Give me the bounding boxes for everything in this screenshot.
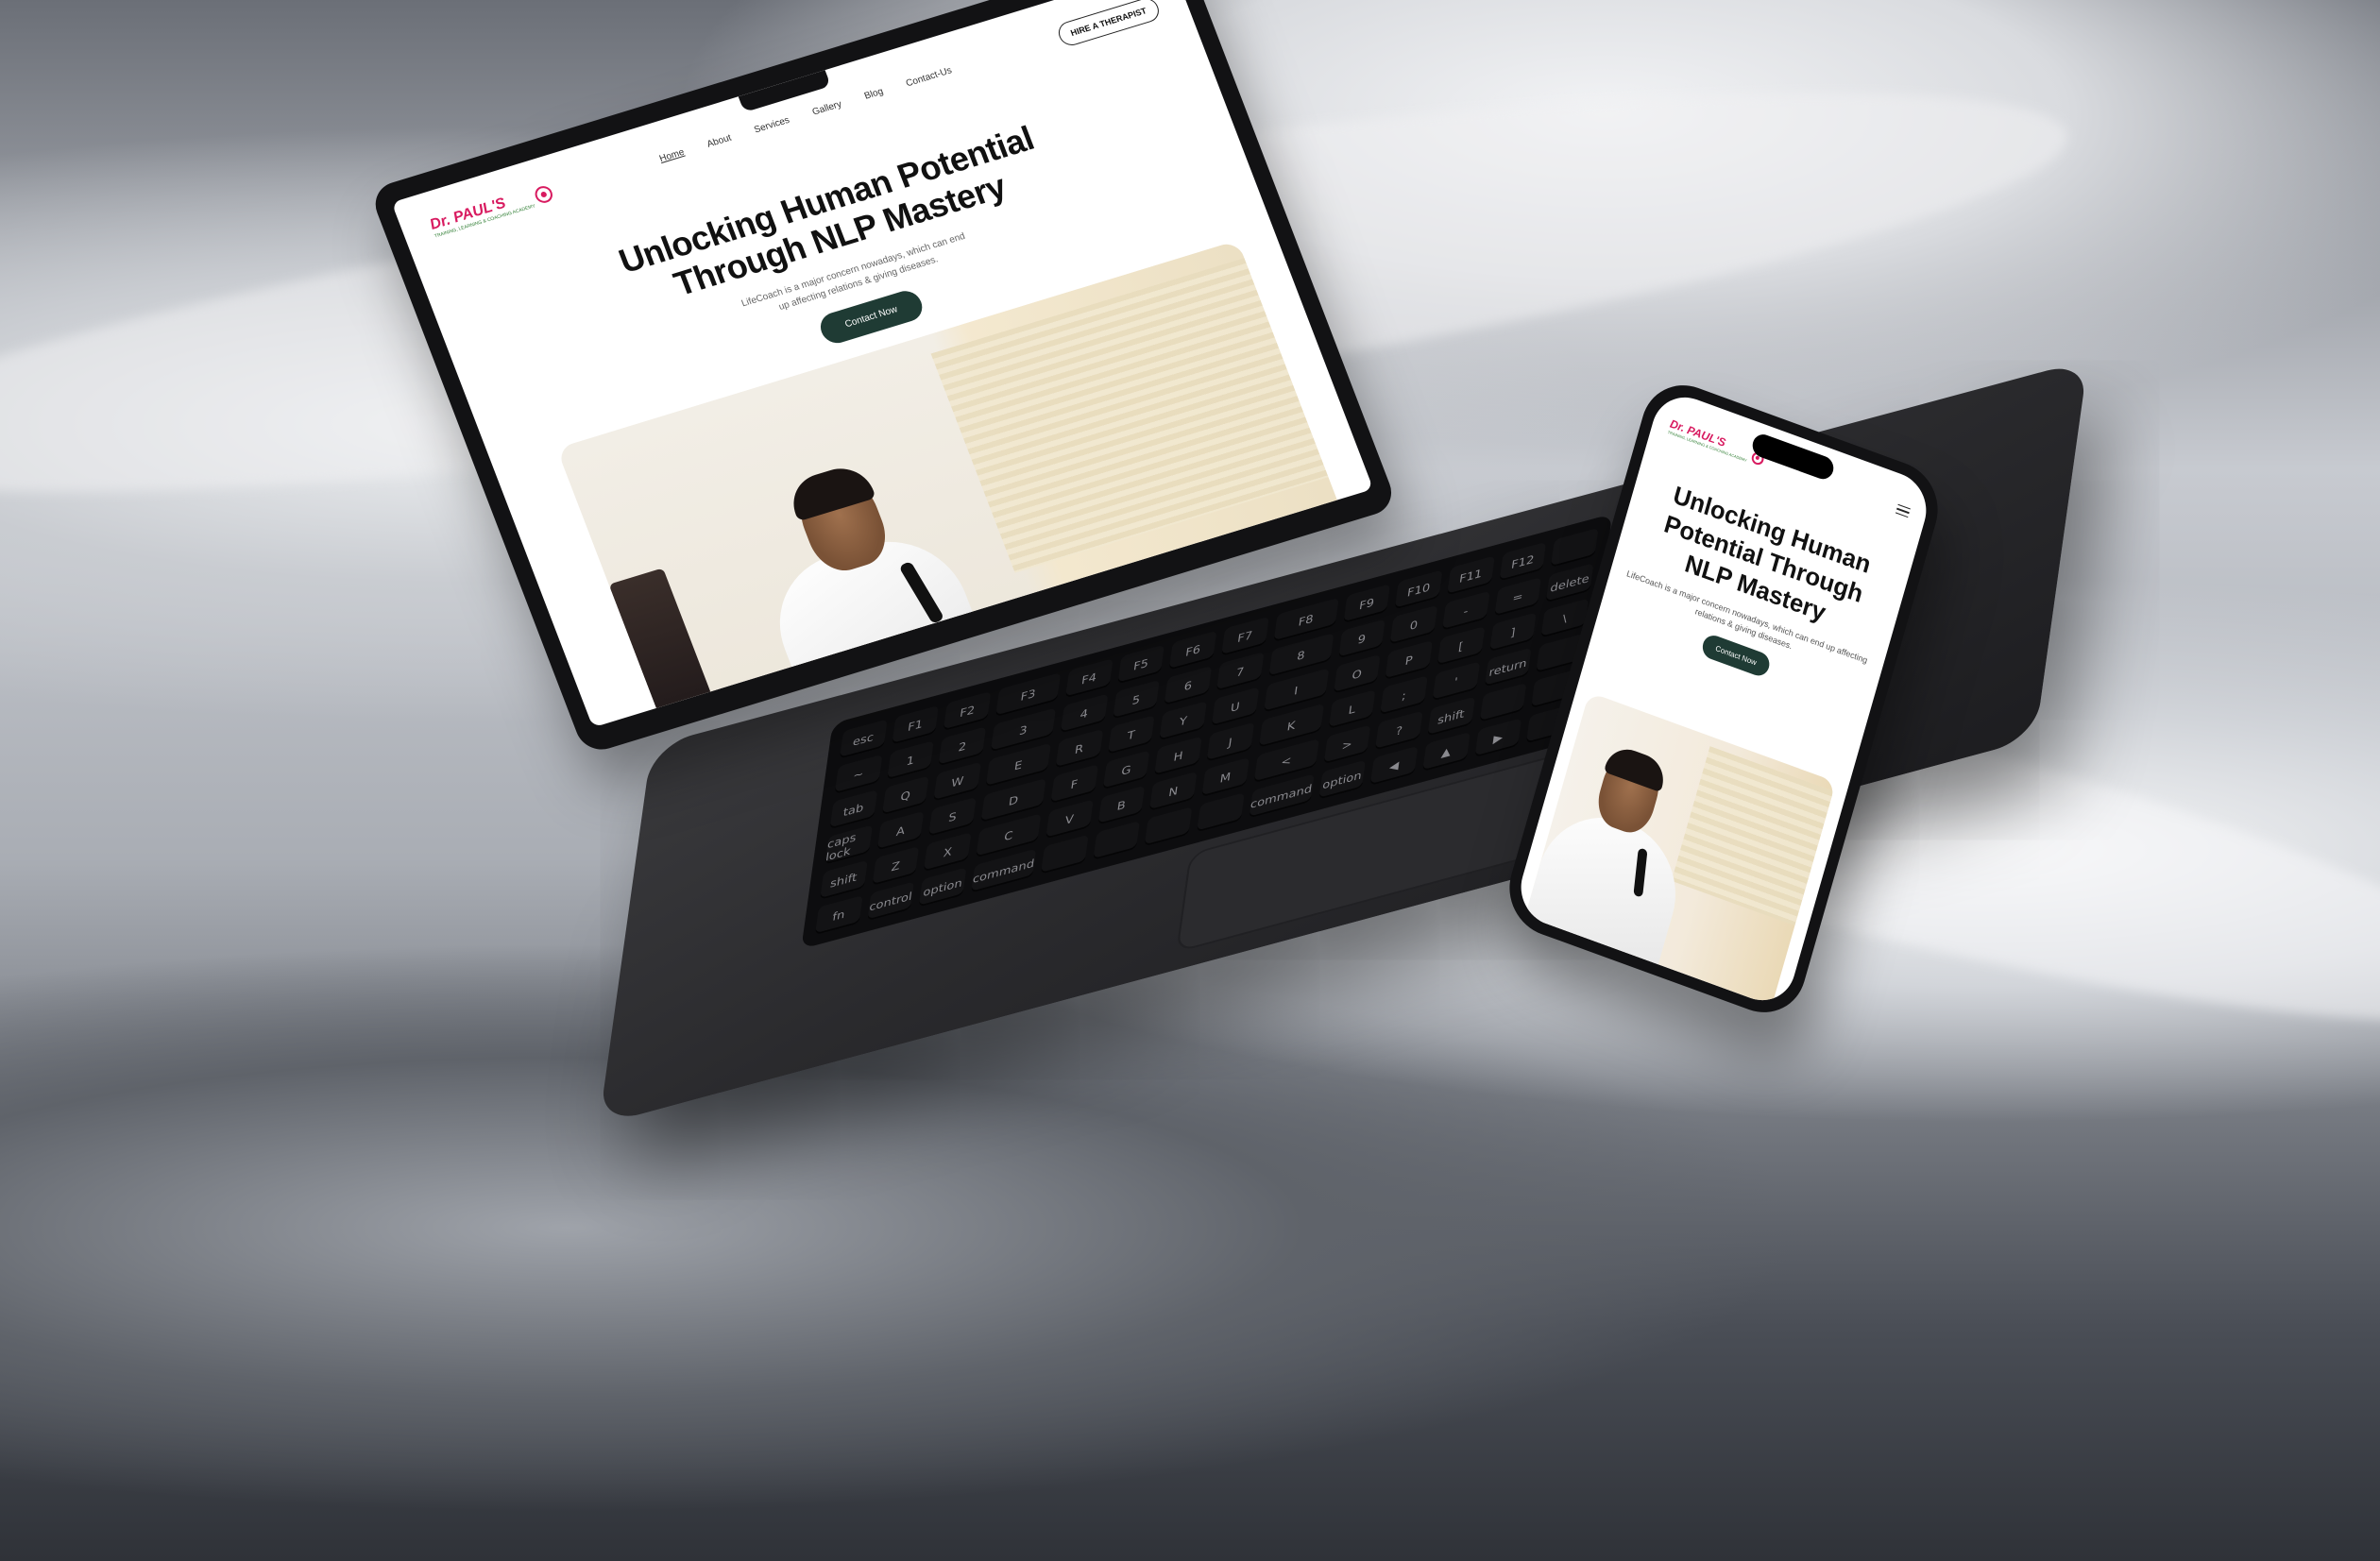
keyboard-key[interactable]: - — [1441, 590, 1490, 631]
keyboard-key[interactable]: W — [933, 761, 982, 802]
keyboard-key[interactable]: fn — [814, 895, 863, 936]
keyboard-key[interactable]: 7 — [1216, 652, 1265, 692]
keyboard-key[interactable]: ~ — [834, 754, 883, 794]
keyboard-key[interactable]: G — [1102, 750, 1150, 790]
keyboard-key[interactable]: F2 — [943, 690, 992, 732]
keyboard-key[interactable] — [1197, 792, 1245, 833]
keyboard-key[interactable]: V — [1046, 799, 1094, 840]
keyboard-key[interactable]: ▲ — [1421, 731, 1470, 772]
keyboard-key[interactable]: Q — [881, 775, 930, 816]
keyboard-key[interactable]: ] — [1488, 612, 1538, 653]
keyboard-key[interactable]: ▶ — [1474, 718, 1522, 758]
keyboard-key[interactable]: F10 — [1394, 569, 1443, 610]
keyboard-key[interactable]: option — [918, 867, 967, 908]
keyboard-key[interactable]: 6 — [1164, 665, 1213, 706]
keyboard-key[interactable]: > — [1323, 724, 1371, 765]
keyboard-key[interactable] — [1040, 834, 1089, 874]
keyboard-key[interactable] — [1551, 527, 1599, 568]
keyboard-key[interactable] — [1092, 820, 1141, 861]
keyboard-key[interactable]: esc — [839, 719, 888, 759]
window-blinds — [1671, 746, 1834, 925]
keyboard-key[interactable]: = — [1493, 576, 1542, 618]
keyboard-key[interactable]: control — [866, 881, 915, 922]
keyboard-key[interactable]: P — [1385, 639, 1434, 681]
nav-item-gallery[interactable]: Gallery — [810, 99, 842, 118]
keyboard-key[interactable]: 9 — [1337, 619, 1386, 659]
keyboard-key[interactable]: 2 — [938, 726, 987, 767]
keyboard-key[interactable]: ' — [1432, 661, 1480, 702]
keyboard-key[interactable]: B — [1097, 785, 1146, 825]
keyboard-key[interactable]: return — [1484, 647, 1532, 687]
nav-item-services[interactable]: Services — [753, 114, 791, 135]
keyboard-key[interactable]: F11 — [1447, 555, 1495, 596]
nav-item-blog[interactable]: Blog — [863, 86, 885, 101]
keyboard-key[interactable]: F — [1050, 764, 1098, 805]
keyboard-key[interactable]: ? — [1375, 710, 1423, 751]
keyboard-key[interactable]: F7 — [1221, 616, 1269, 656]
keyboard-key[interactable]: 5 — [1112, 679, 1161, 720]
keyboard-key[interactable]: F9 — [1342, 584, 1391, 624]
keyboard-key[interactable]: ; — [1380, 675, 1428, 716]
keyboard-key[interactable]: F6 — [1168, 630, 1217, 670]
nav-item-home[interactable]: Home — [658, 146, 686, 163]
keyboard-key[interactable]: A — [876, 810, 925, 851]
keyboard-key[interactable]: Z — [872, 845, 920, 887]
keyboard-key[interactable]: ◀ — [1369, 745, 1419, 786]
keyboard-key[interactable]: F5 — [1116, 644, 1165, 685]
keyboard-key[interactable]: 1 — [886, 740, 935, 781]
hamburger-menu-icon[interactable] — [1895, 503, 1911, 518]
keyboard-key[interactable]: 0 — [1389, 604, 1438, 645]
keyboard-key[interactable]: tab — [829, 789, 877, 830]
keyboard-key[interactable]: shift — [1427, 696, 1475, 737]
keyboard-key[interactable]: H — [1154, 736, 1202, 776]
keyboard-key[interactable]: shift — [820, 859, 868, 900]
keyboard-key[interactable]: J — [1206, 721, 1254, 762]
keyboard-key[interactable]: S — [928, 796, 977, 837]
keyboard-key[interactable]: F4 — [1064, 658, 1114, 699]
nav-item-about[interactable]: About — [706, 132, 733, 149]
keyboard-key[interactable]: 4 — [1060, 693, 1109, 734]
keyboard-key[interactable]: R — [1055, 728, 1103, 769]
keyboard-key[interactable] — [1479, 682, 1527, 722]
keyboard-key[interactable]: caps lock — [824, 824, 873, 865]
keyboard-key[interactable]: O — [1333, 653, 1381, 694]
keyboard-key[interactable]: F1 — [891, 704, 940, 745]
keyboard-key[interactable]: M — [1201, 756, 1250, 798]
keyboard-key[interactable]: U — [1211, 687, 1260, 727]
keyboard-key[interactable]: N — [1149, 771, 1198, 811]
keyboard-key[interactable]: T — [1107, 715, 1156, 755]
keyboard-key[interactable] — [1144, 806, 1193, 847]
keyboard-key[interactable]: delete — [1545, 563, 1594, 603]
keyboard-key[interactable]: X — [924, 832, 972, 873]
brain-icon — [533, 183, 555, 205]
keyboard-key[interactable]: F12 — [1499, 541, 1547, 582]
window-blinds — [930, 258, 1329, 573]
keyboard-key[interactable]: L — [1328, 689, 1376, 730]
display-screen — [608, 568, 731, 728]
keyboard-key[interactable]: option — [1318, 759, 1367, 800]
keyboard-key[interactable]: Y — [1159, 701, 1208, 741]
keyboard-key[interactable]: [ — [1436, 626, 1486, 667]
